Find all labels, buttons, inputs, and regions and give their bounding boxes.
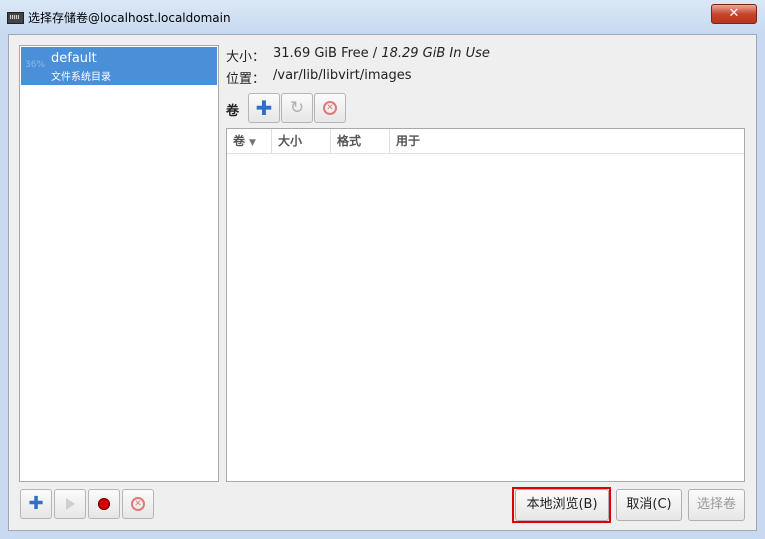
title-bar[interactable]: 选择存储卷@localhost.localdomain ✕ [0,0,765,34]
delete-volume-button[interactable]: ✕ [314,93,346,123]
pool-type: 文件系统目录 [51,72,111,83]
refresh-icon: ↻ [289,97,305,118]
size-free: 31.69 GiB Free [273,46,369,61]
virt-manager-icon [7,12,24,24]
delete-pool-button[interactable]: ✕ [122,489,154,519]
record-icon [98,498,110,510]
column-size[interactable]: 大小 [272,129,331,153]
volume-table[interactable]: 卷 ▼ 大小 格式 用于 [226,128,745,482]
pool-name: default [51,51,97,66]
size-label: 大小： [226,50,266,65]
sort-desc-icon: ▼ [249,138,256,148]
stop-pool-button[interactable] [88,489,120,519]
plus-icon: ✚ [255,96,273,120]
choose-volume-window: 选择存储卷@localhost.localdomain ✕ 36% defaul… [0,0,765,539]
pool-usage-percent: 36% [25,60,46,70]
size-separator: / [368,46,382,61]
add-pool-button[interactable]: ✚ [20,489,52,519]
play-icon [65,498,75,510]
refresh-volumes-button[interactable]: ↻ [281,93,313,123]
browse-local-button[interactable]: 本地浏览(B) [515,489,609,521]
size-value: 31.69 GiB Free / 18.29 GiB In Use [273,46,490,61]
storage-pool-list[interactable]: 36% default 文件系统目录 [19,45,219,482]
cancel-button[interactable]: 取消(C) [616,489,682,521]
location-label: 位置： [226,72,266,87]
window-title: 选择存储卷@localhost.localdomain [28,11,231,25]
start-pool-button[interactable] [54,489,86,519]
delete-icon: ✕ [131,497,145,511]
size-in-use: 18.29 GiB In Use [381,46,490,61]
close-button[interactable]: ✕ [711,4,757,24]
add-volume-button[interactable]: ✚ [248,93,280,123]
pool-item-default[interactable]: 36% default 文件系统目录 [21,47,217,85]
location-value: /var/lib/libvirt/images [273,68,412,83]
volumes-label: 卷 [226,104,240,119]
column-used-by[interactable]: 用于 [390,129,450,153]
delete-icon: ✕ [323,101,337,115]
volume-table-header: 卷 ▼ 大小 格式 用于 [227,129,744,154]
plus-icon: ✚ [28,493,44,514]
column-format[interactable]: 格式 [331,129,390,153]
choose-volume-button[interactable]: 选择卷 [688,489,745,521]
column-volume[interactable]: 卷 ▼ [227,129,272,153]
column-volume-label: 卷 [233,134,246,148]
